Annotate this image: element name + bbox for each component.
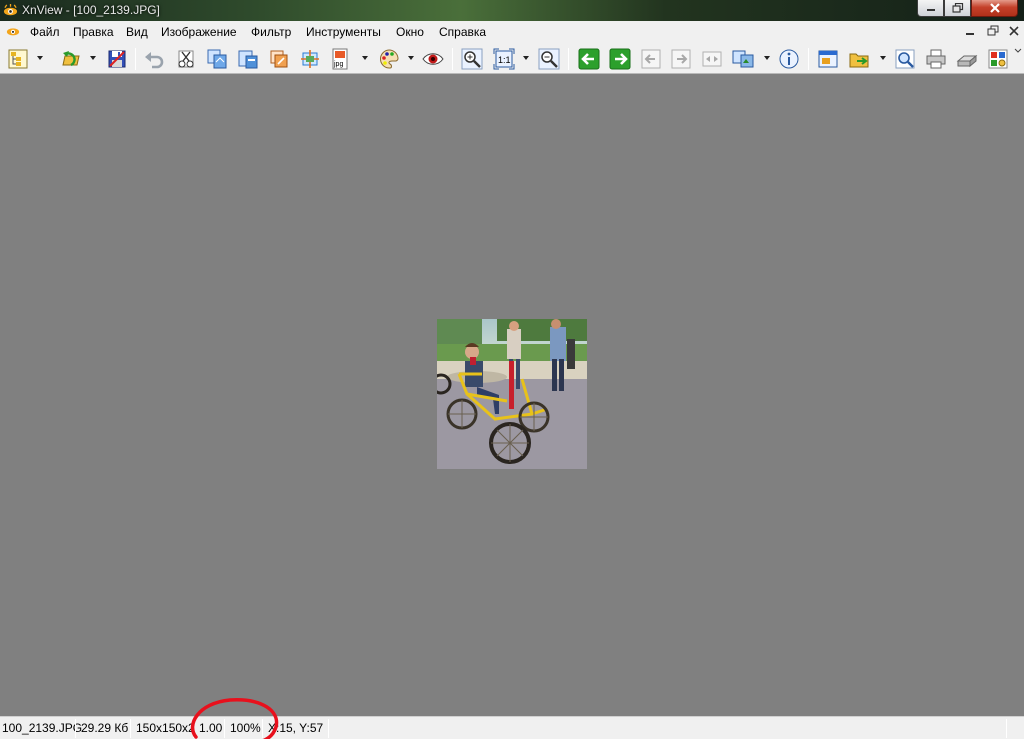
- open-file-icon[interactable]: [60, 48, 82, 70]
- status-separator: [328, 719, 329, 738]
- toolbar-overflow-icon[interactable]: [1014, 46, 1022, 70]
- search-icon[interactable]: [894, 48, 916, 70]
- red-eye-icon[interactable]: [422, 48, 444, 70]
- format-dropdown-icon[interactable]: [362, 56, 368, 60]
- image-viewer[interactable]: [0, 75, 1024, 716]
- scanner-icon[interactable]: [956, 48, 978, 70]
- browser-dropdown-icon[interactable]: [37, 56, 43, 60]
- menu-view[interactable]: Вид: [126, 25, 148, 39]
- mdi-restore-icon[interactable]: [985, 24, 1001, 38]
- toolbar-separator: [135, 48, 136, 70]
- restore-icon: [952, 3, 963, 13]
- status-filename: 100_2139.JPG: [2, 721, 83, 735]
- menu-tools[interactable]: Инструменты: [306, 25, 381, 39]
- status-bar: 100_2139.JPG 29.29 Кб 150x150x2 1.00 100…: [0, 716, 1024, 739]
- zoom-out-icon[interactable]: [538, 48, 560, 70]
- minimize-icon: [926, 9, 935, 11]
- displayed-photo: [437, 319, 587, 469]
- undo-icon[interactable]: [143, 48, 165, 70]
- first-image-icon[interactable]: [640, 48, 662, 70]
- window-title: XnView - [100_2139.JPG]: [22, 3, 160, 17]
- restore-button[interactable]: [944, 0, 971, 17]
- menu-edit[interactable]: Правка: [73, 25, 114, 39]
- export-icon[interactable]: [848, 48, 870, 70]
- xnview-logo-icon: [3, 3, 18, 16]
- settings-icon[interactable]: [987, 48, 1009, 70]
- status-dimensions: 150x150x2: [136, 721, 193, 735]
- export-dropdown-icon[interactable]: [880, 56, 886, 60]
- open-dropdown-icon[interactable]: [90, 56, 96, 60]
- info-icon[interactable]: [778, 48, 800, 70]
- fullscreen-icon[interactable]: [817, 48, 839, 70]
- toolbar-separator: [452, 48, 453, 70]
- menu-image[interactable]: Изображение: [161, 25, 237, 39]
- status-separator: [75, 719, 76, 738]
- menu-help[interactable]: Справка: [439, 25, 486, 39]
- menu-file[interactable]: Файл: [30, 25, 60, 39]
- color-palette-icon[interactable]: [378, 48, 400, 70]
- save-icon[interactable]: [106, 48, 128, 70]
- toolbar-separator: [568, 48, 569, 70]
- mdi-minimize-icon[interactable]: [962, 24, 978, 38]
- status-separator: [224, 719, 225, 738]
- minimize-button[interactable]: [917, 0, 944, 17]
- status-zoom: 100%: [230, 721, 261, 735]
- menu-filter[interactable]: Фильтр: [251, 25, 291, 39]
- convert-format-icon[interactable]: jpg: [330, 48, 352, 70]
- previous-image-icon[interactable]: [578, 48, 600, 70]
- status-coordinates: X:15, Y:57: [268, 721, 324, 735]
- status-ratio: 1.00: [199, 721, 223, 735]
- photo-quadricycle-image: [437, 319, 587, 469]
- format-label: jpg: [333, 61, 343, 68]
- compare-images-icon[interactable]: [732, 48, 754, 70]
- copy-icon[interactable]: [206, 48, 228, 70]
- actual-size-icon[interactable]: 1:1: [493, 48, 515, 70]
- status-separator: [1006, 719, 1007, 738]
- status-separator: [262, 719, 263, 738]
- status-separator: [130, 719, 131, 738]
- compare-dropdown-icon[interactable]: [764, 56, 770, 60]
- slideshow-icon[interactable]: [701, 48, 723, 70]
- zoom-in-icon[interactable]: [461, 48, 483, 70]
- status-filesize: 29.29 Кб: [81, 721, 129, 735]
- paste-icon[interactable]: [237, 48, 259, 70]
- title-bar[interactable]: XnView - [100_2139.JPG]: [0, 0, 1024, 21]
- resize-icon[interactable]: [268, 48, 290, 70]
- menu-bar: Файл Правка Вид Изображение Фильтр Инстр…: [0, 21, 1024, 42]
- close-button[interactable]: [971, 0, 1018, 17]
- toolbar: jpg 1:1: [0, 42, 1024, 74]
- browser-tree-icon[interactable]: [7, 48, 29, 70]
- close-icon: [989, 3, 1000, 13]
- print-icon[interactable]: [925, 48, 947, 70]
- crop-icon[interactable]: [299, 48, 321, 70]
- menu-window[interactable]: Окно: [396, 25, 424, 39]
- zoom-ratio-label: 1:1: [498, 55, 511, 65]
- last-image-icon[interactable]: [670, 48, 692, 70]
- status-separator: [193, 719, 194, 738]
- zoom-dropdown-icon[interactable]: [523, 56, 529, 60]
- mdi-close-icon[interactable]: [1006, 24, 1022, 38]
- next-image-icon[interactable]: [609, 48, 631, 70]
- toolbar-separator: [808, 48, 809, 70]
- app-menu-icon[interactable]: [6, 24, 20, 38]
- cut-icon[interactable]: [175, 48, 197, 70]
- palette-dropdown-icon[interactable]: [408, 56, 414, 60]
